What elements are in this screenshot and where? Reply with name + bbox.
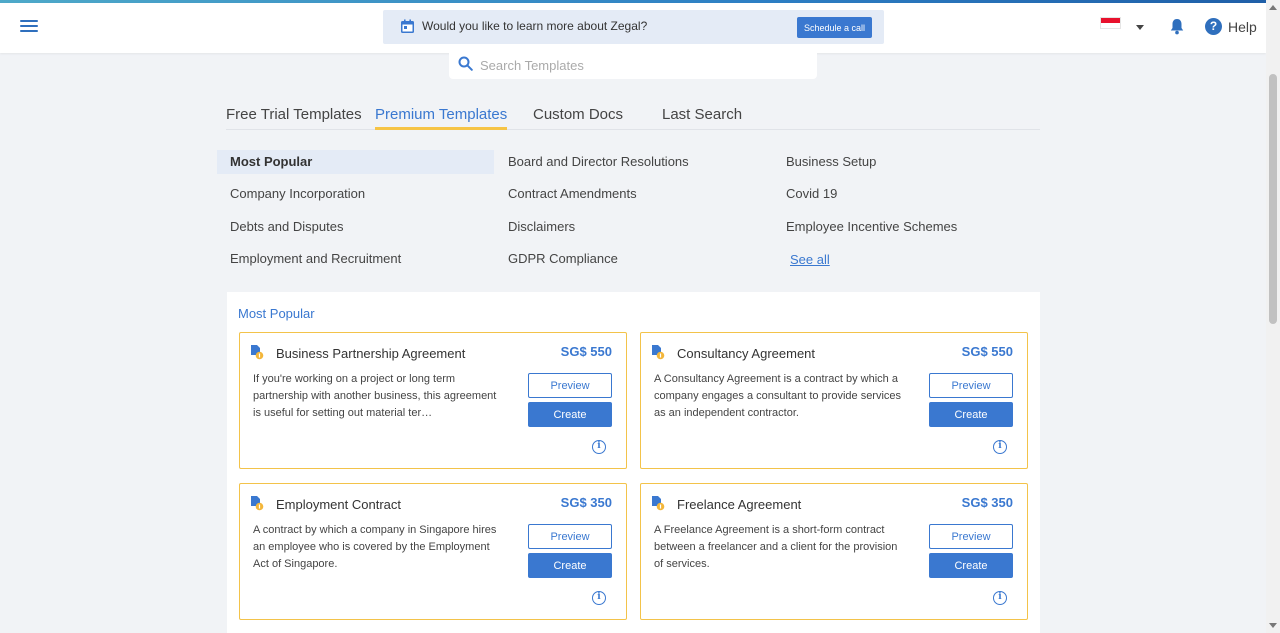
scroll-down-arrow-icon[interactable] <box>1269 623 1277 628</box>
chevron-down-icon[interactable] <box>1136 25 1144 30</box>
template-card[interactable]: Business Partnership Agreement SG$ 550 I… <box>239 332 627 469</box>
premium-document-icon <box>251 496 264 511</box>
create-button[interactable]: Create <box>929 402 1013 427</box>
card-price: SG$ 550 <box>961 344 1013 359</box>
panel-title: Most Popular <box>238 306 315 321</box>
category-employment-recruitment[interactable]: Employment and Recruitment <box>230 247 401 271</box>
card-description: If you're working on a project or long t… <box>253 373 497 419</box>
preview-button[interactable]: Preview <box>528 373 612 398</box>
scrollbar-thumb[interactable] <box>1269 74 1277 324</box>
category-most-popular[interactable]: Most Popular <box>217 150 494 174</box>
info-icon[interactable]: i <box>592 591 606 605</box>
premium-document-icon <box>652 496 665 511</box>
tab-premium-templates[interactable]: Premium Templates <box>375 106 508 130</box>
create-button[interactable]: Create <box>528 553 612 578</box>
create-button[interactable]: Create <box>528 402 612 427</box>
card-description: A contract by which a company in Singapo… <box>253 524 497 570</box>
tab-free-trial-templates[interactable]: Free Trial Templates <box>226 106 362 127</box>
premium-document-icon <box>652 345 665 360</box>
preview-button[interactable]: Preview <box>929 524 1013 549</box>
card-description: A Consultancy Agreement is a contract by… <box>654 373 902 419</box>
tab-custom-docs[interactable]: Custom Docs <box>533 106 623 127</box>
bell-icon[interactable] <box>1169 18 1185 35</box>
see-all-link[interactable]: See all <box>790 248 830 272</box>
template-card[interactable]: Employment Contract SG$ 350 A contract b… <box>239 483 627 620</box>
preview-button[interactable]: Preview <box>528 524 612 549</box>
hamburger-menu-icon[interactable] <box>20 17 38 37</box>
card-price: SG$ 350 <box>961 495 1013 510</box>
preview-button[interactable]: Preview <box>929 373 1013 398</box>
schedule-call-button[interactable]: Schedule a call <box>797 17 872 38</box>
info-icon[interactable]: i <box>592 440 606 454</box>
card-title: Business Partnership Agreement <box>276 346 466 361</box>
category-debts-disputes[interactable]: Debts and Disputes <box>230 215 343 239</box>
card-title: Consultancy Agreement <box>677 346 816 361</box>
banner-text: Would you like to learn more about Zegal… <box>422 19 648 33</box>
info-icon[interactable]: i <box>993 591 1007 605</box>
most-popular-panel: Most Popular Business Partnership Agreem… <box>227 292 1040 633</box>
category-disclaimers[interactable]: Disclaimers <box>508 215 575 239</box>
info-icon[interactable]: i <box>993 440 1007 454</box>
search-input[interactable] <box>480 54 810 76</box>
category-gdpr-compliance[interactable]: GDPR Compliance <box>508 247 618 271</box>
template-card[interactable]: Consultancy Agreement SG$ 550 A Consulta… <box>640 332 1028 469</box>
card-title: Employment Contract <box>276 497 401 512</box>
template-tabs: Free Trial Templates Premium Templates C… <box>226 104 1040 130</box>
tab-last-search[interactable]: Last Search <box>662 106 742 127</box>
category-business-setup[interactable]: Business Setup <box>786 150 876 174</box>
search-bar <box>449 50 817 79</box>
calendar-icon <box>401 19 414 33</box>
scroll-up-arrow-icon[interactable] <box>1269 5 1277 10</box>
info-banner: Would you like to learn more about Zegal… <box>383 10 884 44</box>
page-scrollbar[interactable] <box>1266 0 1280 633</box>
search-icon <box>458 56 473 71</box>
template-card[interactable]: Freelance Agreement SG$ 350 A Freelance … <box>640 483 1028 620</box>
category-employee-incentive-schemes[interactable]: Employee Incentive Schemes <box>786 215 957 239</box>
singapore-flag-icon[interactable] <box>1100 17 1121 29</box>
card-description: A Freelance Agreement is a short-form co… <box>654 524 898 570</box>
premium-document-icon <box>251 345 264 360</box>
card-title: Freelance Agreement <box>677 497 802 512</box>
category-covid-19[interactable]: Covid 19 <box>786 182 837 206</box>
card-price: SG$ 350 <box>560 495 612 510</box>
help-circle-icon[interactable]: ? <box>1205 18 1222 35</box>
category-board-director-resolutions[interactable]: Board and Director Resolutions <box>508 150 689 174</box>
category-contract-amendments[interactable]: Contract Amendments <box>508 182 637 206</box>
top-header: Would you like to learn more about Zegal… <box>0 3 1266 53</box>
create-button[interactable]: Create <box>929 553 1013 578</box>
category-company-incorporation[interactable]: Company Incorporation <box>230 182 365 206</box>
card-price: SG$ 550 <box>560 344 612 359</box>
help-link[interactable]: Help <box>1228 19 1257 35</box>
